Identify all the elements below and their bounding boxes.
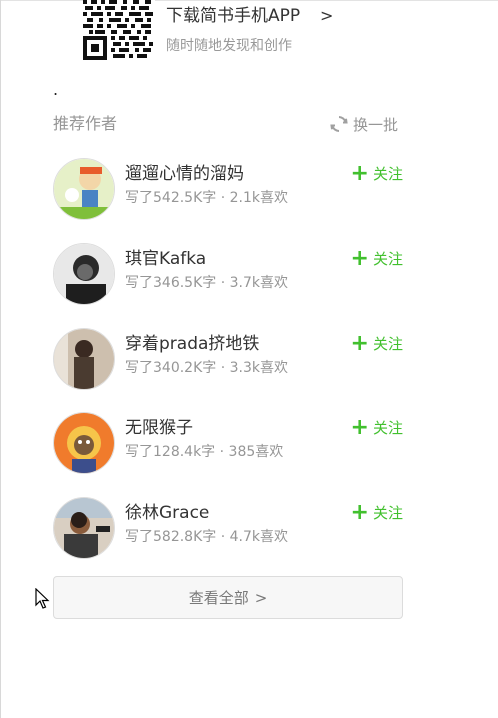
follow-button[interactable]: + 关注: [350, 161, 403, 186]
refresh-icon: [330, 116, 348, 132]
app-download-title[interactable]: 下载简书手机APP: [166, 6, 300, 26]
refresh-button[interactable]: 换一批: [329, 113, 398, 135]
plus-icon: +: [350, 415, 369, 440]
plus-icon: +: [350, 500, 369, 525]
author-item: 无限猴子 写了128.4k字 · 385喜欢 + 关注: [53, 412, 403, 474]
author-name[interactable]: 琪官Kafka: [125, 248, 206, 270]
author-name[interactable]: 穿着prada挤地铁: [125, 333, 259, 355]
plus-icon: +: [350, 161, 369, 186]
chevron-right-icon: >: [254, 588, 268, 607]
author-item: 徐林Grace 写了582.8K字 · 4.7k喜欢 + 关注: [53, 497, 403, 559]
author-item: 穿着prada挤地铁 写了340.2K字 · 3.3k喜欢 + 关注: [53, 328, 403, 390]
follow-label: 关注: [372, 335, 403, 353]
plus-icon: +: [350, 246, 369, 271]
mouse-cursor-icon: [35, 588, 50, 609]
follow-label: 关注: [372, 419, 403, 437]
author-meta: 写了340.2K字 · 3.3k喜欢: [125, 360, 288, 376]
author-item: 琪官Kafka 写了346.5K字 · 3.7k喜欢 + 关注: [53, 243, 403, 305]
qr-code-icon: [83, 0, 155, 62]
follow-button[interactable]: + 关注: [350, 415, 403, 440]
author-meta: 写了542.5K字 · 2.1k喜欢: [125, 190, 288, 206]
follow-label: 关注: [372, 250, 403, 268]
recommended-authors-title: 推荐作者: [53, 114, 118, 133]
follow-label: 关注: [372, 165, 403, 183]
author-meta: 写了346.5K字 · 3.7k喜欢: [125, 275, 288, 291]
follow-button[interactable]: + 关注: [350, 331, 403, 356]
author-name[interactable]: 遛遛心情的溜妈: [125, 163, 244, 185]
follow-button[interactable]: + 关注: [350, 246, 403, 271]
avatar[interactable]: [53, 497, 115, 559]
author-name[interactable]: 无限猴子: [125, 417, 193, 439]
author-name[interactable]: 徐林Grace: [125, 502, 209, 524]
plus-icon: +: [350, 331, 369, 356]
refresh-label: 换一批: [353, 115, 399, 134]
avatar[interactable]: [53, 412, 115, 474]
avatar[interactable]: [53, 243, 115, 305]
view-all-button[interactable]: 查看全部 >: [53, 576, 403, 619]
follow-label: 关注: [372, 504, 403, 522]
window-top-border: [0, 0, 498, 1]
follow-button[interactable]: + 关注: [350, 500, 403, 525]
author-meta: 写了582.8K字 · 4.7k喜欢: [125, 529, 288, 545]
author-item: 遛遛心情的溜妈 写了542.5K字 · 2.1k喜欢 + 关注: [53, 158, 403, 220]
chevron-right-icon[interactable]: >: [320, 6, 333, 26]
stray-dot: .: [53, 80, 59, 99]
view-all-label: 查看全部: [188, 589, 249, 607]
avatar[interactable]: [53, 328, 115, 390]
window-left-border: [0, 0, 1, 718]
author-meta: 写了128.4k字 · 385喜欢: [125, 444, 284, 460]
avatar[interactable]: [53, 158, 115, 220]
app-download-subtitle: 随时随地发现和创作: [166, 38, 292, 54]
